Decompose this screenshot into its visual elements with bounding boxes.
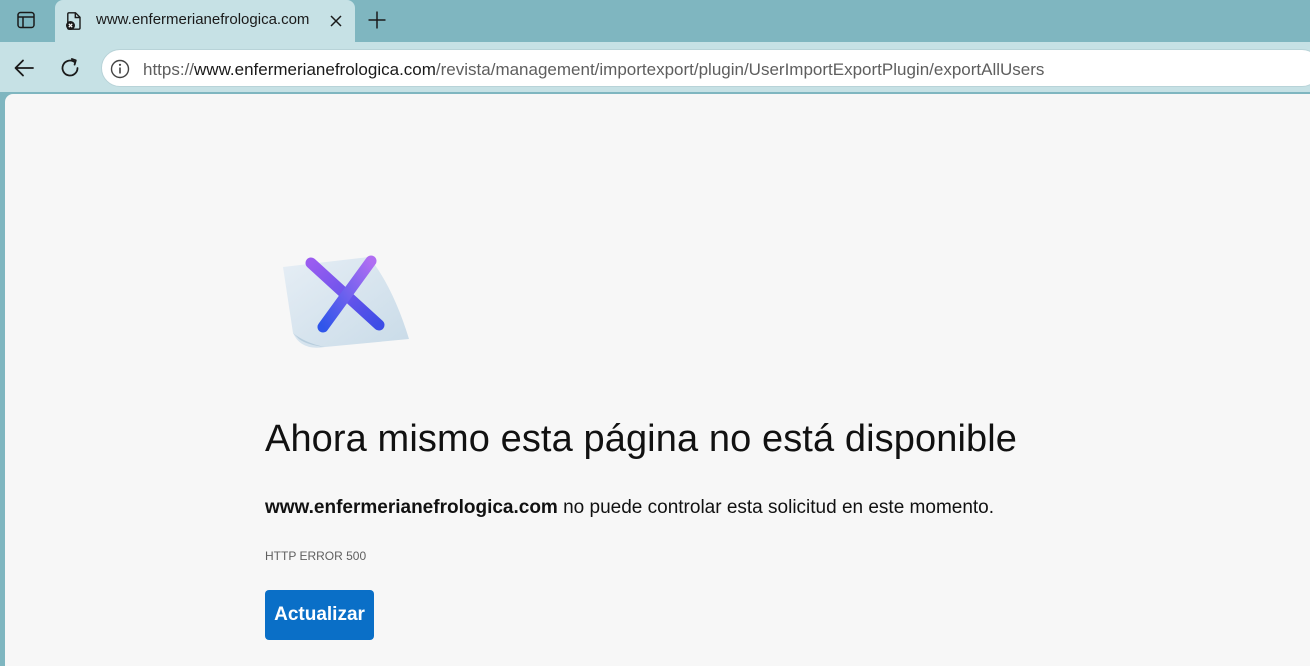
back-button[interactable] bbox=[9, 53, 39, 83]
error-description: www.enfermerianefrologica.com no puede c… bbox=[265, 497, 994, 519]
back-arrow-icon bbox=[14, 59, 34, 77]
new-tab-button[interactable] bbox=[363, 6, 391, 34]
page-content bbox=[5, 94, 1310, 666]
close-icon bbox=[330, 15, 342, 27]
reload-icon bbox=[61, 58, 79, 77]
tab-actions-icon bbox=[17, 11, 35, 29]
reload-button[interactable] bbox=[55, 53, 85, 83]
error-x-illustration bbox=[283, 255, 409, 348]
error-title: Ahora mismo esta página no está disponib… bbox=[265, 418, 1017, 460]
tab-close-button[interactable] bbox=[324, 9, 348, 33]
error-host: www.enfermerianefrologica.com bbox=[265, 497, 558, 518]
site-info-button[interactable] bbox=[109, 58, 131, 80]
url-path: /revista/management/importexport/plugin/… bbox=[435, 60, 1045, 79]
tab-title: www.enfermerianefrologica.com bbox=[96, 11, 310, 28]
browser-window: www.enfermerianefrologica.com https://ww… bbox=[0, 0, 1310, 666]
navigation-toolbar: https://www.enfermerianefrologica.com/re… bbox=[0, 42, 1310, 92]
error-code: HTTP ERROR 500 bbox=[265, 549, 367, 563]
tab-actions-button[interactable] bbox=[8, 5, 44, 35]
active-tab[interactable]: www.enfermerianefrologica.com bbox=[55, 0, 355, 42]
address-bar[interactable]: https://www.enfermerianefrologica.com/re… bbox=[101, 49, 1310, 87]
error-message: no puede controlar esta solicitud en est… bbox=[557, 497, 995, 518]
page-error-icon bbox=[66, 12, 81, 30]
refresh-button[interactable]: Actualizar bbox=[265, 590, 374, 640]
plus-icon bbox=[368, 11, 386, 29]
url-text: https://www.enfermerianefrologica.com/re… bbox=[143, 60, 1044, 80]
url-scheme: https:// bbox=[143, 60, 195, 79]
url-host: www.enfermerianefrologica.com bbox=[194, 60, 436, 79]
tab-strip: www.enfermerianefrologica.com bbox=[0, 0, 1310, 42]
info-icon bbox=[110, 59, 130, 79]
